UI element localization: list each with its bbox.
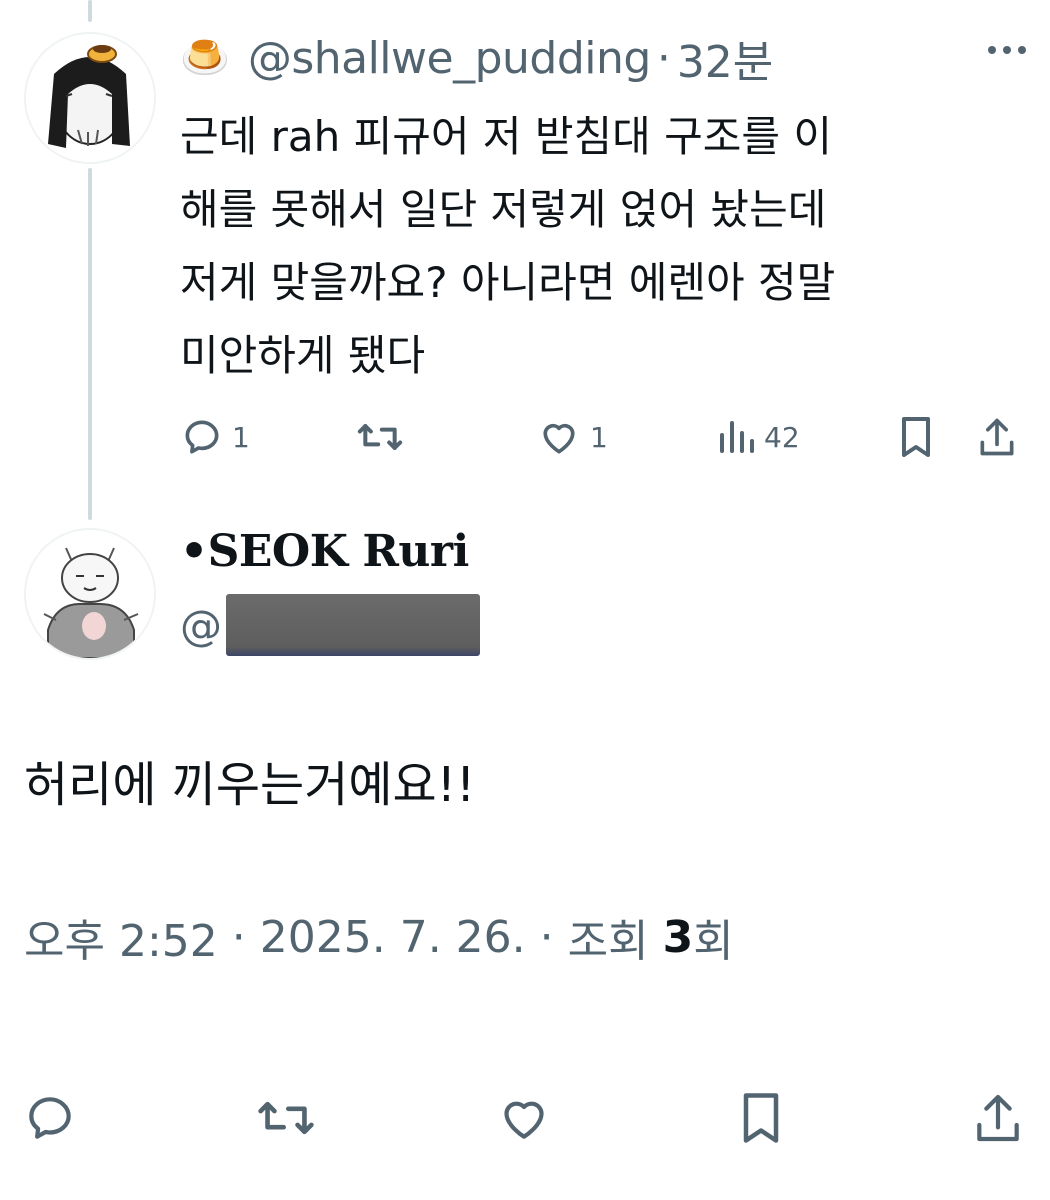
reply-action-bar: 1 1 42: [180, 412, 1020, 462]
reply-text: 근데 rah 피규어 저 받침대 구조를 이 해를 못해서 일단 저렇게 얹어 …: [180, 100, 1020, 392]
reply-handle[interactable]: @shallwe_pudding: [248, 33, 652, 84]
retweet-button[interactable]: [256, 1088, 316, 1148]
bookmark-button[interactable]: [896, 412, 936, 462]
view-count: 42: [764, 420, 800, 454]
pudding-icon: 🍮: [180, 35, 230, 81]
tweet-time[interactable]: 오후 2:52: [24, 905, 218, 969]
heart-icon: [504, 1101, 544, 1139]
tweet-meta: 오후 2:52 · 2025. 7. 26. · 조회 3 회: [24, 905, 734, 969]
reply-text-line: 저게 맞을까요? 아니라면 에렌아 정말: [180, 258, 836, 307]
meta-separator: ·: [539, 911, 554, 963]
views-button[interactable]: 42: [716, 412, 800, 462]
redacted-handle: [226, 594, 480, 656]
reply-avatar[interactable]: [24, 32, 156, 164]
separator-dot: ·: [656, 32, 671, 84]
thread-line: [88, 168, 92, 520]
views-icon: [720, 421, 754, 453]
retweet-icon: [357, 423, 403, 451]
reply-time[interactable]: 32분: [677, 26, 773, 90]
bookmark-button[interactable]: [736, 1088, 786, 1148]
reply-icon: [29, 1097, 71, 1139]
retweet-button[interactable]: [356, 412, 404, 462]
like-button[interactable]: 1: [536, 412, 608, 462]
main-action-bar: [0, 1088, 1050, 1148]
meta-separator: ·: [231, 911, 246, 963]
bookmark-icon: [902, 417, 930, 457]
main-display-name[interactable]: •SEOK Ruri: [180, 526, 469, 577]
tweet-date[interactable]: 2025. 7. 26.: [260, 912, 526, 963]
like-count: 1: [590, 420, 608, 454]
reply-count: 1: [232, 420, 250, 454]
reply-text-line: 해를 못해서 일단 저렇게 얹어 놨는데: [180, 185, 827, 234]
share-button[interactable]: [976, 412, 1018, 462]
retweet-icon: [258, 1101, 314, 1135]
reply-button[interactable]: [22, 1088, 78, 1148]
main-handle[interactable]: @: [180, 594, 480, 656]
thread-line-top: [88, 0, 92, 22]
bookmark-icon: [743, 1093, 779, 1143]
views-count: 3: [662, 911, 694, 963]
main-tweet-text: 허리에 끼우는거예요!!: [24, 757, 476, 813]
handle-at-sign: @: [180, 600, 222, 650]
reply-text-line: 미안하게 됐다: [180, 331, 426, 380]
share-icon: [980, 418, 1014, 456]
like-button[interactable]: [495, 1088, 553, 1148]
main-avatar[interactable]: [24, 528, 156, 660]
views-suffix: 회: [693, 916, 734, 967]
reply-header: 🍮 @shallwe_pudding · 32분: [180, 30, 773, 89]
more-icon[interactable]: [988, 46, 1026, 54]
views-label: 조회: [567, 916, 649, 967]
reply-icon: [185, 420, 219, 454]
reply-text-line: 근데 rah 피규어 저 받침대 구조를 이: [180, 112, 833, 161]
reply-button[interactable]: 1: [180, 412, 250, 462]
share-button[interactable]: [972, 1088, 1024, 1148]
heart-icon: [543, 423, 575, 454]
share-icon: [977, 1094, 1019, 1142]
